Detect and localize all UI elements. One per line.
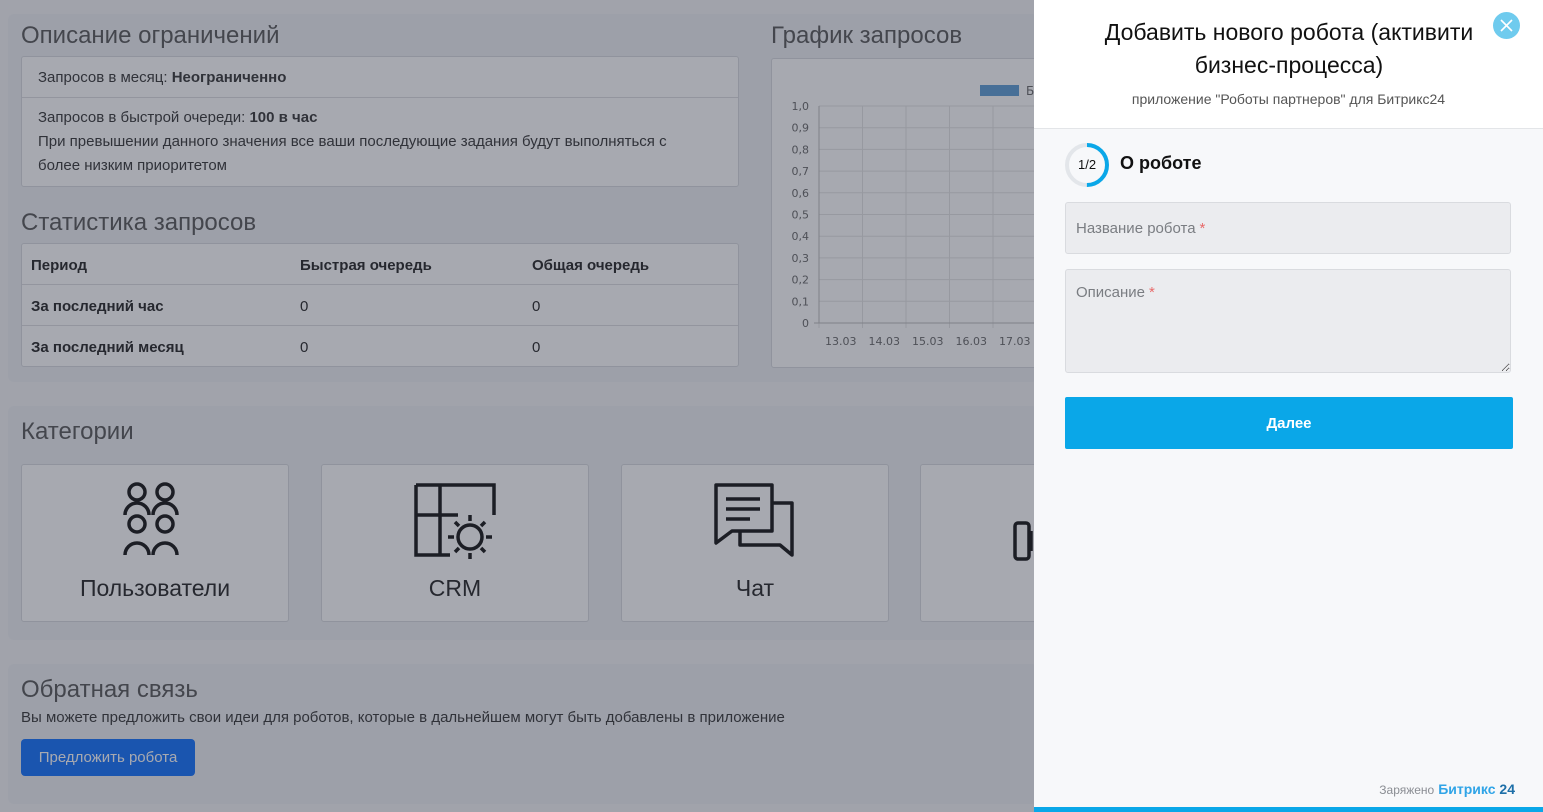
- brand-suffix: 24: [1499, 781, 1515, 797]
- step-indicator: 1/2: [1064, 142, 1110, 188]
- description-field[interactable]: [1065, 269, 1511, 373]
- panel-title: Добавить нового робота (активити бизнес-…: [1104, 19, 1474, 78]
- panel-header: Добавить нового робота (активити бизнес-…: [1034, 0, 1543, 129]
- powered-by: Заряжено Битрикс 24: [1379, 781, 1515, 797]
- step-title: О роботе: [1120, 153, 1202, 173]
- close-button[interactable]: [1493, 12, 1520, 39]
- brand-name: Битрикс: [1438, 781, 1496, 797]
- robot-name-input[interactable]: [1065, 202, 1511, 254]
- add-robot-panel: Добавить нового робота (активити бизнес-…: [1034, 0, 1543, 812]
- panel-bottom-bar: [1034, 807, 1543, 812]
- close-icon: [1500, 19, 1513, 32]
- bitrix24-logo[interactable]: Битрикс 24: [1438, 781, 1515, 797]
- powered-label: Заряжено: [1379, 783, 1435, 797]
- panel-subtitle: приложение "Роботы партнеров" для Битрик…: [1131, 91, 1446, 107]
- step-total: 2: [1088, 157, 1097, 172]
- step-counter: 1/2: [1064, 142, 1110, 188]
- next-button[interactable]: Далее: [1065, 397, 1513, 449]
